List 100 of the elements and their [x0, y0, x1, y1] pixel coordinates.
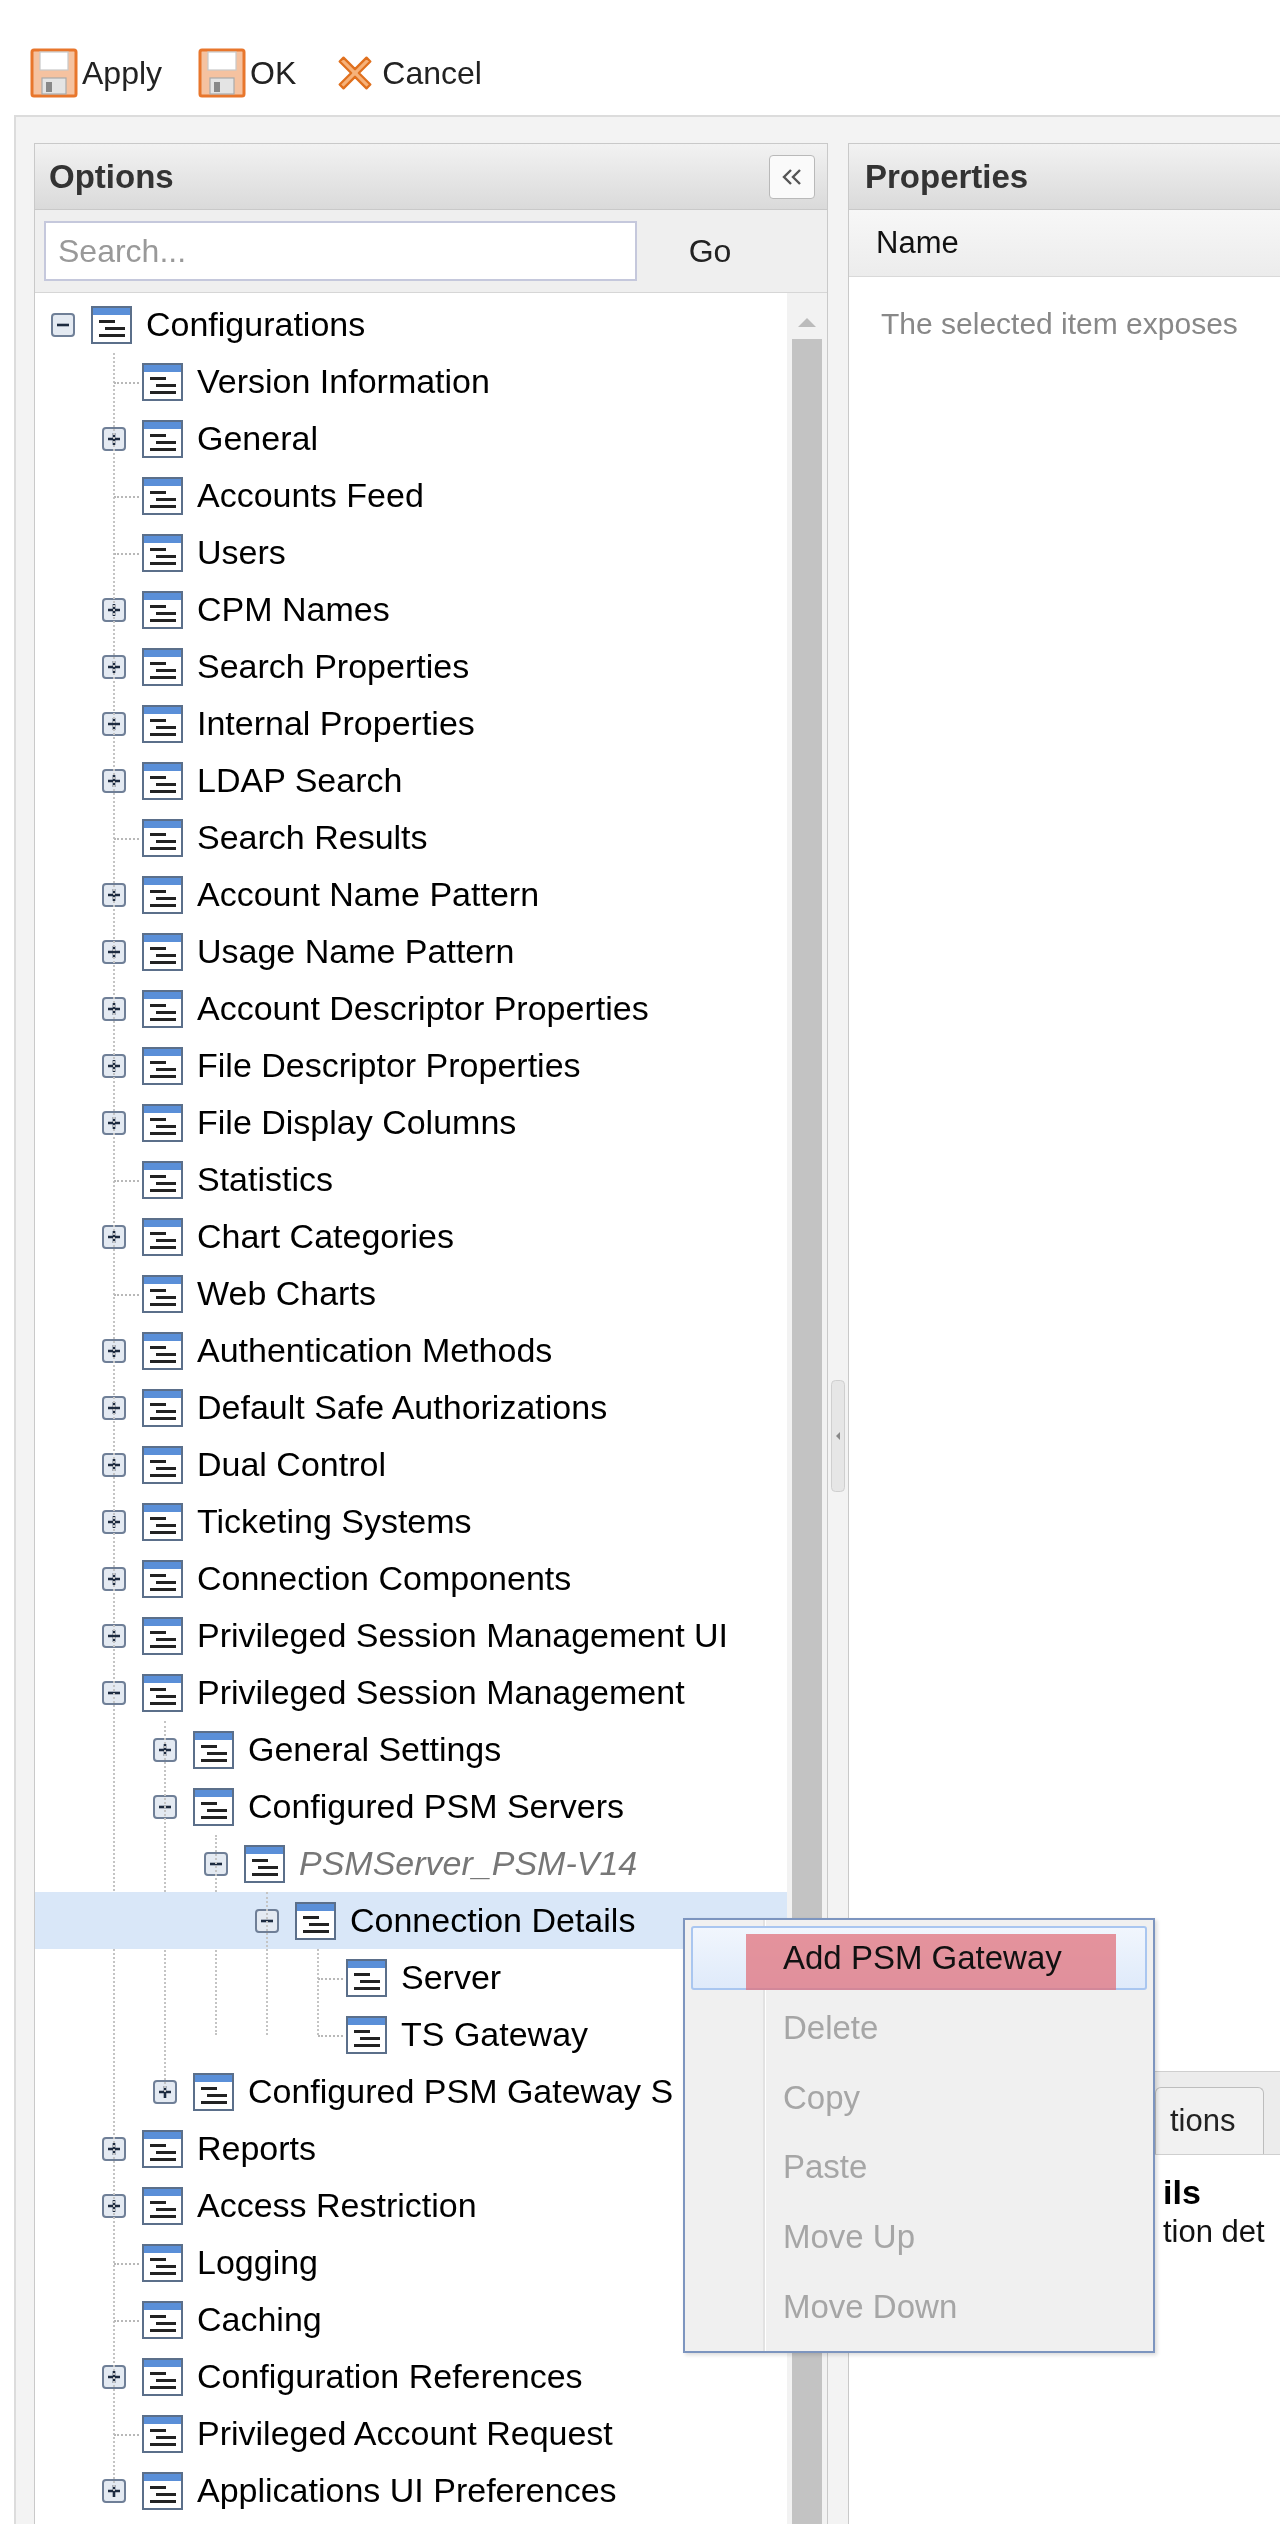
toolbar-button[interactable]: Apply	[30, 48, 163, 98]
node-icon	[244, 1844, 285, 1883]
minus-toggle[interactable]	[152, 1793, 178, 1820]
plus-toggle[interactable]	[101, 1052, 127, 1079]
tree-item[interactable]: Users	[197, 533, 286, 572]
node-icon	[193, 1787, 234, 1826]
node-icon	[142, 1217, 183, 1256]
plus-toggle[interactable]	[152, 1736, 178, 1763]
node-icon	[142, 476, 183, 515]
toolbar-button[interactable]: OK	[198, 48, 297, 98]
tree-item[interactable]: Chart Categories	[197, 1217, 454, 1256]
node-icon	[346, 2015, 387, 2054]
tree-item[interactable]: Search Results	[197, 818, 428, 857]
tree-item[interactable]: CPM Names	[197, 590, 390, 629]
tree-item[interactable]: Server	[401, 1958, 502, 1997]
plus-toggle[interactable]	[101, 425, 127, 452]
tree-item[interactable]: File Descriptor Properties	[197, 1046, 581, 1085]
tree-item[interactable]: Authentication Methods	[197, 1331, 553, 1370]
tree-item[interactable]: Accounts Feed	[197, 476, 424, 515]
tree-item[interactable]: Version Information	[197, 362, 490, 401]
plus-toggle[interactable]	[101, 1223, 127, 1250]
node-icon	[142, 1559, 183, 1598]
plus-toggle[interactable]	[101, 2363, 127, 2390]
collapse-button[interactable]	[769, 154, 815, 199]
toolbar-button[interactable]: Cancel	[332, 48, 482, 98]
tree-item[interactable]: Internal Properties	[197, 704, 475, 743]
tree-item[interactable]: PSMServer_PSM-V14	[299, 1844, 638, 1883]
search-field[interactable]: Search...	[44, 221, 637, 281]
node-icon	[193, 1730, 234, 1769]
node-icon	[142, 1616, 183, 1655]
tree-item[interactable]: General	[197, 419, 318, 458]
tree-item[interactable]: Configuration References	[197, 2357, 583, 2396]
tree-item[interactable]: Account Descriptor Properties	[197, 989, 649, 1028]
tree-item[interactable]: Dual Control	[197, 1445, 386, 1484]
tree-item[interactable]: Configured PSM Servers	[248, 1787, 625, 1826]
node-icon	[346, 1958, 387, 1997]
go-button[interactable]: Go	[637, 232, 827, 270]
node-icon	[142, 704, 183, 743]
double-chevron-icon	[780, 166, 804, 187]
tree-item[interactable]: Logging	[197, 2243, 318, 2282]
node-icon	[142, 362, 183, 401]
node-icon	[142, 989, 183, 1028]
tree-item[interactable]: Connection Details	[350, 1901, 636, 1940]
node-icon	[142, 419, 183, 458]
plus-toggle[interactable]	[101, 596, 127, 623]
plus-toggle[interactable]	[101, 1622, 127, 1649]
plus-toggle[interactable]	[101, 1109, 127, 1136]
menu-item[interactable]: Add PSM Gateway	[691, 1926, 1147, 1990]
plus-toggle[interactable]	[101, 767, 127, 794]
plus-toggle[interactable]	[101, 1394, 127, 1421]
node-icon	[142, 1274, 183, 1313]
minus-toggle[interactable]	[50, 311, 76, 338]
tree-item[interactable]: TS Gateway	[401, 2015, 589, 2054]
plus-toggle[interactable]	[101, 1565, 127, 1592]
plus-toggle[interactable]	[101, 2135, 127, 2162]
tree-item[interactable]: Usage Name Pattern	[197, 932, 515, 971]
tree-item[interactable]: Applications UI Preferences	[197, 2471, 617, 2510]
plus-toggle[interactable]	[101, 2192, 127, 2219]
plus-toggle[interactable]	[101, 2477, 127, 2504]
minus-toggle[interactable]	[101, 1679, 127, 1706]
tree-item[interactable]: Reports	[197, 2129, 317, 2168]
tree-item[interactable]: Privileged Session Management	[197, 1673, 685, 1712]
splitter-handle[interactable]	[831, 1380, 845, 1492]
tree-item[interactable]: Statistics	[197, 1160, 334, 1199]
tree-item[interactable]: Connection Components	[197, 1559, 572, 1598]
tree-item[interactable]: Search Properties	[197, 647, 470, 686]
tree-item[interactable]: LDAP Search	[197, 761, 403, 800]
tree-item[interactable]: Web Charts	[197, 1274, 376, 1313]
node-icon	[142, 2129, 183, 2168]
tree-item[interactable]: Ticketing Systems	[197, 1502, 472, 1541]
plus-toggle[interactable]	[101, 1508, 127, 1535]
panel-title: Properties	[849, 144, 1280, 210]
plus-toggle[interactable]	[101, 995, 127, 1022]
minus-toggle[interactable]	[254, 1907, 280, 1934]
tree-item[interactable]: File Display Columns	[197, 1103, 517, 1142]
node-icon	[142, 533, 183, 572]
plus-toggle[interactable]	[101, 881, 127, 908]
column-header[interactable]: Name	[876, 225, 959, 261]
tree-item[interactable]: Privileged Account Request	[197, 2414, 613, 2453]
tree-item[interactable]: Configurations	[146, 305, 366, 344]
tree-item[interactable]: Caching	[197, 2300, 322, 2339]
minus-toggle[interactable]	[203, 1850, 229, 1877]
node-icon	[142, 2414, 183, 2453]
tab[interactable]: tions	[1155, 2087, 1265, 2154]
tree-item[interactable]: Access Restriction	[197, 2186, 477, 2225]
plus-toggle[interactable]	[101, 938, 127, 965]
node-icon	[91, 305, 132, 344]
plus-toggle[interactable]	[101, 710, 127, 737]
node-icon	[142, 2471, 183, 2510]
tree-item[interactable]: Privileged Session Management UI	[197, 1616, 729, 1655]
details-description: tion det	[1163, 2214, 1266, 2250]
plus-toggle[interactable]	[152, 2078, 178, 2105]
plus-toggle[interactable]	[101, 1337, 127, 1364]
plus-toggle[interactable]	[101, 1451, 127, 1478]
tree-item[interactable]: Default Safe Authorizations	[197, 1388, 608, 1427]
tree-item[interactable]: Configured PSM Gateway S	[248, 2072, 674, 2111]
tree-item[interactable]: General Settings	[248, 1730, 502, 1769]
tree-item[interactable]: Account Name Pattern	[197, 875, 540, 914]
plus-toggle[interactable]	[101, 653, 127, 680]
node-icon	[142, 2186, 183, 2225]
